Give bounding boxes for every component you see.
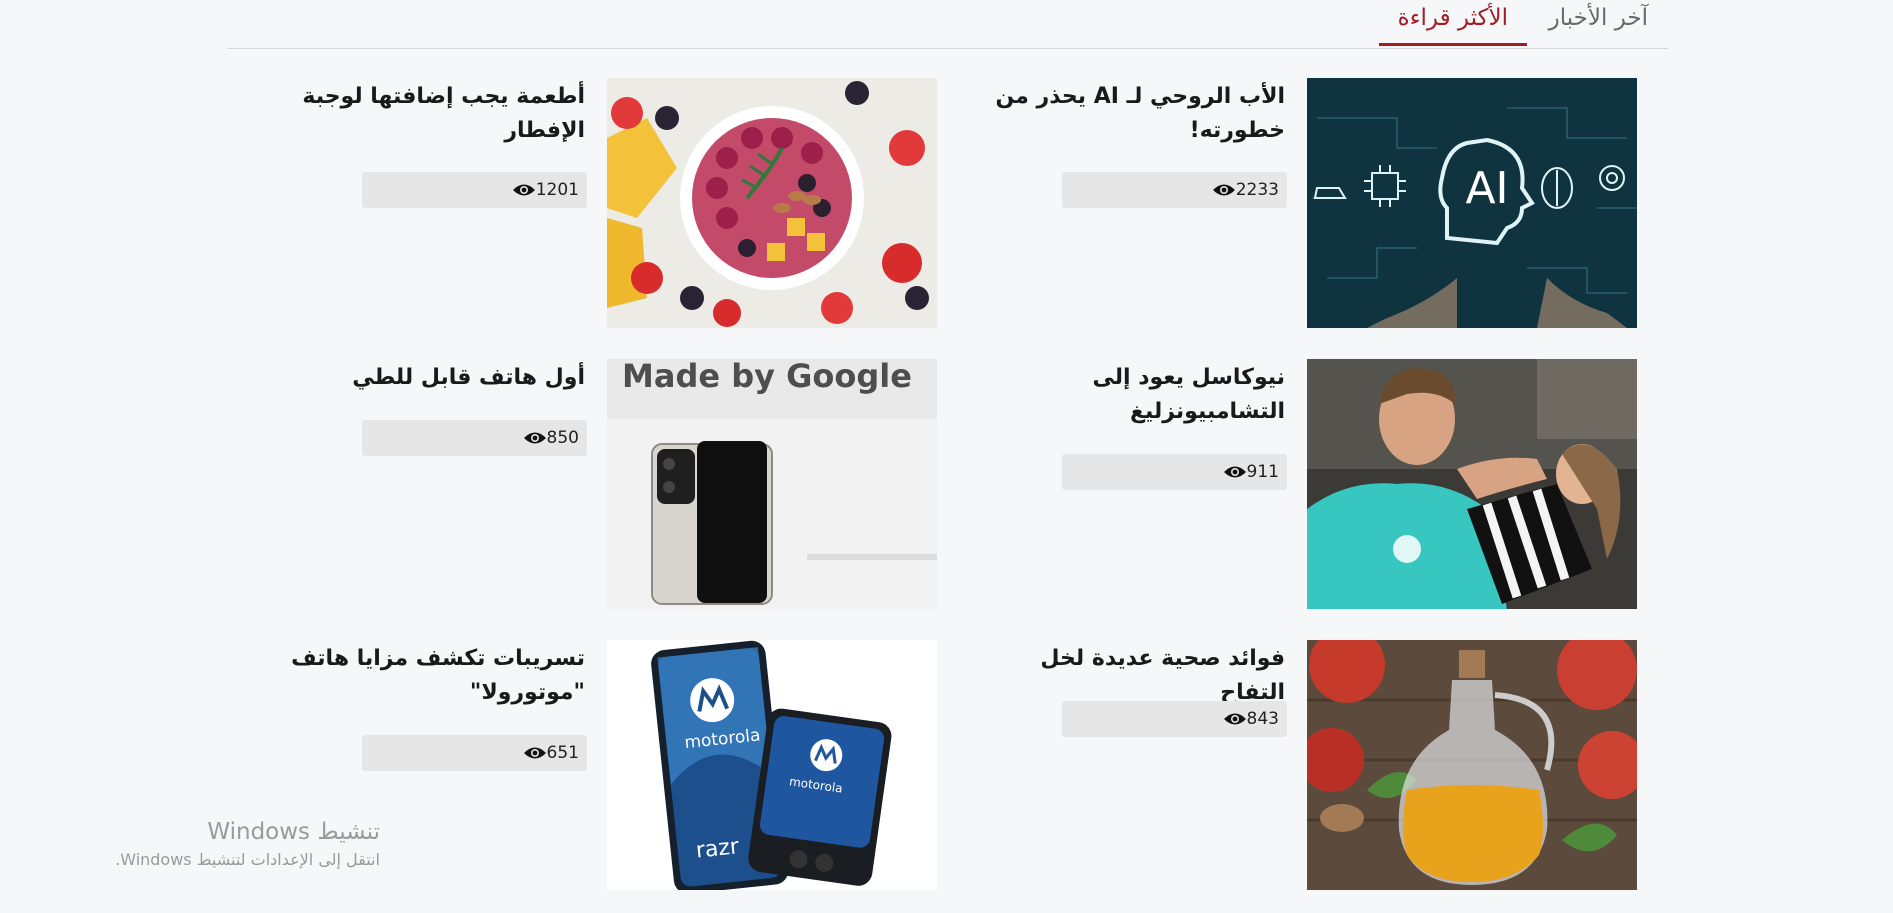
tab-most-read[interactable]: الأكثر قراءة	[1378, 0, 1527, 46]
eye-icon	[523, 747, 546, 759]
watermark-title: تنشيط Windows	[207, 819, 380, 845]
view-count: 911	[1062, 454, 1287, 490]
foldable-phone-image[interactable]: Made by Google	[607, 359, 937, 609]
article-title[interactable]: الأب الروحي لـ AI يحذر من خطورته!	[985, 80, 1285, 148]
eye-icon	[523, 432, 546, 444]
article-card: Made by Google أول هاتف قابل للطي 850	[352, 359, 937, 609]
ai-brain-image[interactable]: AI	[1307, 78, 1637, 328]
view-count-value: 2233	[1235, 180, 1279, 200]
view-count-value: 843	[1246, 709, 1279, 729]
article-title[interactable]: أول هاتف قابل للطي	[285, 361, 585, 395]
google-image-label: Made by Google	[622, 359, 912, 395]
view-count-value: 850	[546, 428, 579, 448]
view-count: 1201	[362, 172, 587, 208]
article-card: نيوكاسل يعود إلى التشامبيونزليغ 911	[1062, 359, 1637, 609]
article-title[interactable]: تسريبات تكشف مزايا هاتف "موتورولا"	[285, 642, 585, 710]
fruit-bowl-image[interactable]	[607, 78, 937, 328]
motorola-phone-image[interactable]: motorola razr motorola	[607, 640, 937, 890]
article-title[interactable]: نيوكاسل يعود إلى التشامبيونزليغ	[985, 361, 1286, 429]
view-count: 2233	[1062, 172, 1287, 208]
football-player-image[interactable]	[1307, 359, 1637, 609]
article-card: motorola razr motorola تسريبات تكشف مزاي…	[291, 640, 937, 890]
eye-icon	[1223, 466, 1246, 478]
article-title[interactable]: فوائد صحية عديدة لخل التفاح	[985, 642, 1285, 710]
tab-latest-news[interactable]: آخر الأخبار	[1549, 0, 1648, 46]
view-count: 651	[362, 735, 587, 771]
article-card: أطعمة يجب إضافتها لوجبة الإفطار 1201	[302, 78, 937, 328]
watermark-subtitle: انتقل إلى الإعدادات لتنشيط Windows.	[115, 850, 380, 869]
view-count-value: 911	[1246, 462, 1279, 482]
razr-image-label: razr	[695, 834, 741, 863]
view-count: 843	[1062, 701, 1287, 737]
apple-vinegar-image[interactable]	[1307, 640, 1637, 890]
article-title[interactable]: أطعمة يجب إضافتها لوجبة الإفطار	[285, 80, 585, 148]
windows-activation-watermark: تنشيط Windows انتقل إلى الإعدادات لتنشيط…	[90, 815, 380, 871]
news-tabs: آخر الأخبار الأكثر قراءة	[227, 0, 1668, 49]
view-count: 850	[362, 420, 587, 456]
eye-icon	[1212, 184, 1235, 196]
view-count-value: 1201	[535, 180, 579, 200]
view-count-value: 651	[546, 743, 579, 763]
eye-icon	[1223, 713, 1246, 725]
eye-icon	[512, 184, 535, 196]
article-card: فوائد صحية عديدة لخل التفاح 843	[1040, 640, 1637, 890]
ai-image-label: AI	[1465, 163, 1508, 214]
article-card: AI الأب الروحي لـ AI يحذر من خطورته! 223…	[995, 78, 1637, 328]
